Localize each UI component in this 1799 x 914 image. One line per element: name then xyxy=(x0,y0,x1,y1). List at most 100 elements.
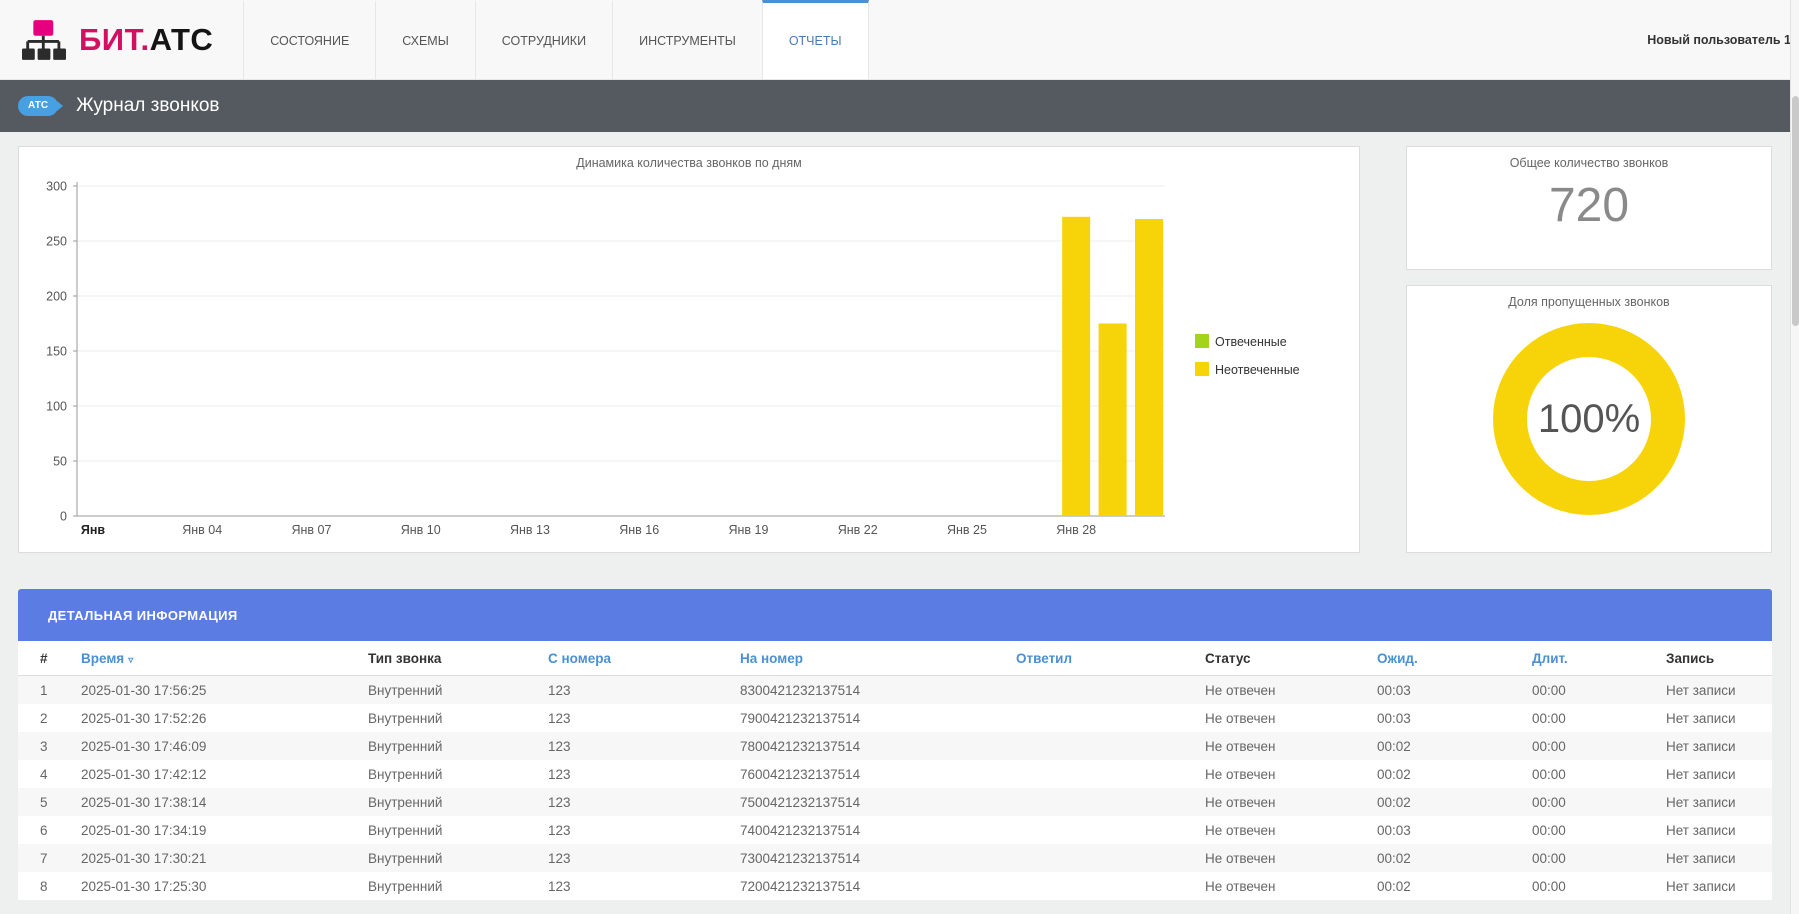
table-row[interactable]: 82025-01-30 17:25:30Внутренний1237200421… xyxy=(18,872,1772,900)
svg-text:150: 150 xyxy=(46,345,67,359)
missed-calls-card: Доля пропущенных звонков 100% xyxy=(1406,285,1772,553)
table-cell: 123 xyxy=(540,872,732,900)
svg-text:Отвеченные: Отвеченные xyxy=(1215,335,1287,349)
table-row[interactable]: 22025-01-30 17:52:26Внутренний1237900421… xyxy=(18,704,1772,732)
table-cell xyxy=(1008,788,1197,816)
svg-text:200: 200 xyxy=(46,290,67,304)
brand[interactable]: БИТ.АТС xyxy=(0,0,243,79)
table-cell: Не отвечен xyxy=(1197,676,1369,705)
calls-chart-card: Динамика количества звонков по дням 0501… xyxy=(18,146,1360,553)
detail-section: ДЕТАЛЬНАЯ ИНФОРМАЦИЯ #Время▿Тип звонкаС … xyxy=(18,589,1772,900)
user-menu[interactable]: Новый пользователь 1 xyxy=(1647,0,1799,79)
svg-text:Янв 25: Янв 25 xyxy=(947,523,987,537)
table-cell xyxy=(1008,844,1197,872)
table-cell xyxy=(1008,676,1197,705)
table-cell: Не отвечен xyxy=(1197,704,1369,732)
table-cell xyxy=(1008,704,1197,732)
table-cell: Внутренний xyxy=(360,704,540,732)
svg-text:300: 300 xyxy=(46,180,67,194)
col-header-ozhid[interactable]: Ожид. xyxy=(1369,641,1524,676)
table-cell: Нет записи xyxy=(1658,844,1772,872)
table-cell: Не отвечен xyxy=(1197,844,1369,872)
table-row[interactable]: 32025-01-30 17:46:09Внутренний1237800421… xyxy=(18,732,1772,760)
chart-title: Динамика количества звонков по дням xyxy=(19,147,1359,170)
svg-text:Янв 04: Янв 04 xyxy=(182,523,222,537)
svg-text:Янв 19: Янв 19 xyxy=(728,523,768,537)
nav-tab-sostoyanie[interactable]: СОСТОЯНИЕ xyxy=(243,0,375,79)
col-header-s-nomera[interactable]: С номера xyxy=(540,641,732,676)
total-calls-card: Общее количество звонков 720 xyxy=(1406,146,1772,270)
table-cell: Нет записи xyxy=(1658,760,1772,788)
table-cell: 2025-01-30 17:52:26 xyxy=(73,704,360,732)
svg-text:Янв 16: Янв 16 xyxy=(619,523,659,537)
table-cell: 8300421232137514 xyxy=(732,676,1008,705)
page-scrollbar[interactable] xyxy=(1790,0,1799,914)
table-cell: 2025-01-30 17:34:19 xyxy=(73,816,360,844)
col-header-otvetil[interactable]: Ответил xyxy=(1008,641,1197,676)
nav-tab-shemy[interactable]: СХЕМЫ xyxy=(375,0,474,79)
svg-text:Янв 28: Янв 28 xyxy=(1056,523,1096,537)
table-cell: 6 xyxy=(18,816,73,844)
table-cell: Не отвечен xyxy=(1197,816,1369,844)
table-cell: 123 xyxy=(540,844,732,872)
svg-text:Янв 13: Янв 13 xyxy=(510,523,550,537)
table-cell: 00:00 xyxy=(1524,872,1658,900)
table-cell: 2025-01-30 17:46:09 xyxy=(73,732,360,760)
table-cell: 7400421232137514 xyxy=(732,816,1008,844)
table-cell: Внутренний xyxy=(360,816,540,844)
table-row[interactable]: 42025-01-30 17:42:12Внутренний1237600421… xyxy=(18,760,1772,788)
col-header-zapis: Запись xyxy=(1658,641,1772,676)
table-cell: 123 xyxy=(540,676,732,705)
col-header-na-nomer[interactable]: На номер xyxy=(732,641,1008,676)
table-cell: Внутренний xyxy=(360,732,540,760)
svg-text:Янв 22: Янв 22 xyxy=(838,523,878,537)
table-cell: 3 xyxy=(18,732,73,760)
table-cell: 00:00 xyxy=(1524,676,1658,705)
table-cell: 7800421232137514 xyxy=(732,732,1008,760)
table-row[interactable]: 12025-01-30 17:56:25Внутренний1238300421… xyxy=(18,676,1772,705)
brand-name: БИТ.АТС xyxy=(79,22,213,58)
table-cell: 2 xyxy=(18,704,73,732)
table-cell: Внутренний xyxy=(360,788,540,816)
top-navbar: БИТ.АТС СОСТОЯНИЕСХЕМЫСОТРУДНИКИИНСТРУМЕ… xyxy=(0,0,1799,80)
missed-percent-label: 100% xyxy=(1538,397,1640,442)
scrollbar-thumb[interactable] xyxy=(1792,96,1799,326)
table-cell: 00:00 xyxy=(1524,704,1658,732)
calls-bar-chart: 050100150200250300ЯнвЯнв 04Янв 07Янв 10Я… xyxy=(19,170,1359,548)
table-cell: 8 xyxy=(18,872,73,900)
col-header-status: Статус xyxy=(1197,641,1369,676)
page-header: АТС Журнал звонков xyxy=(0,80,1799,132)
table-cell: Не отвечен xyxy=(1197,732,1369,760)
table-cell: 123 xyxy=(540,760,732,788)
main-nav: СОСТОЯНИЕСХЕМЫСОТРУДНИКИИНСТРУМЕНТЫОТЧЕТ… xyxy=(243,0,868,79)
table-cell: 00:03 xyxy=(1369,704,1524,732)
calls-table: #Время▿Тип звонкаС номераНа номерОтветил… xyxy=(18,641,1772,900)
nav-tab-instrumenty[interactable]: ИНСТРУМЕНТЫ xyxy=(612,0,762,79)
table-cell: Внутренний xyxy=(360,844,540,872)
col-header-tip-zvonka: Тип звонка xyxy=(360,641,540,676)
table-row[interactable]: 62025-01-30 17:34:19Внутренний1237400421… xyxy=(18,816,1772,844)
col-header-dlit[interactable]: Длит. xyxy=(1524,641,1658,676)
svg-text:Янв 07: Янв 07 xyxy=(292,523,332,537)
nav-tab-otchety[interactable]: ОТЧЕТЫ xyxy=(762,0,869,79)
table-cell: 7600421232137514 xyxy=(732,760,1008,788)
table-cell: Не отвечен xyxy=(1197,872,1369,900)
table-cell: 00:03 xyxy=(1369,676,1524,705)
table-cell: Не отвечен xyxy=(1197,760,1369,788)
table-cell: 1 xyxy=(18,676,73,705)
table-cell: Не отвечен xyxy=(1197,788,1369,816)
nav-tab-sotrudniki[interactable]: СОТРУДНИКИ xyxy=(475,0,612,79)
table-cell: 7 xyxy=(18,844,73,872)
col-header-vremya[interactable]: Время▿ xyxy=(73,641,360,676)
table-cell: 7500421232137514 xyxy=(732,788,1008,816)
table-cell xyxy=(1008,872,1197,900)
table-row[interactable]: 72025-01-30 17:30:21Внутренний1237300421… xyxy=(18,844,1772,872)
table-cell: Нет записи xyxy=(1658,788,1772,816)
col-header-num: # xyxy=(18,641,73,676)
table-cell: 2025-01-30 17:42:12 xyxy=(73,760,360,788)
table-cell: Внутренний xyxy=(360,872,540,900)
table-cell: Внутренний xyxy=(360,760,540,788)
table-cell: 4 xyxy=(18,760,73,788)
table-row[interactable]: 52025-01-30 17:38:14Внутренний1237500421… xyxy=(18,788,1772,816)
table-cell: 00:02 xyxy=(1369,760,1524,788)
